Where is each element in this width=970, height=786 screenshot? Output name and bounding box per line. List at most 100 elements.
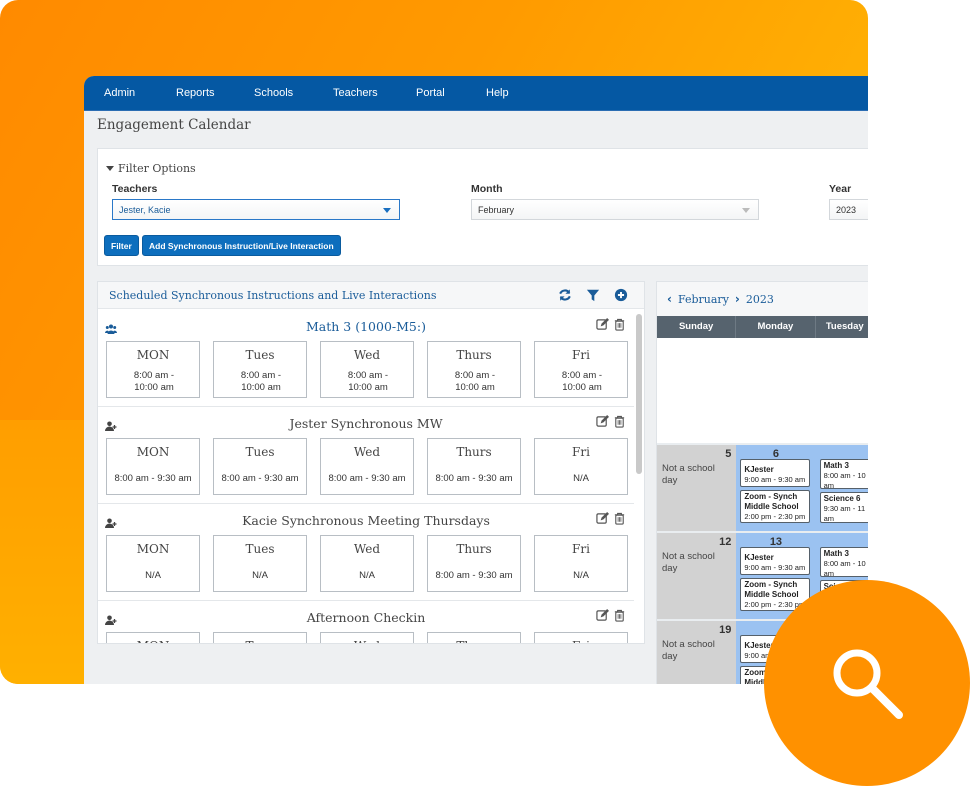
calendar-event[interactable]: KJester9:00 am - 9:30 am	[740, 547, 811, 575]
calendar-event[interactable]: KJester9:00 am - 9:30 am	[740, 459, 811, 487]
schedule-entry-title[interactable]: Math 3 (1000-M5:)	[98, 319, 634, 334]
nav-reports[interactable]: Reports	[176, 87, 254, 99]
day-name: Tues	[245, 542, 275, 556]
teachers-select-value: Jester, Kacie	[119, 205, 171, 215]
nav-help[interactable]: Help	[486, 87, 509, 99]
event-time: 8:00 am - 10 am	[823, 559, 866, 577]
calendar-day-cell[interactable]: 12 Not a school day	[657, 533, 737, 619]
day-time: 8:00 am - 10:00 am	[454, 370, 496, 393]
calendar-event[interactable]: Zoom - Synch Middle School2:00 pm - 2:30…	[740, 490, 811, 523]
add-synchronous-instruction-button[interactable]: Add Synchronous Instruction/Live Interac…	[142, 235, 341, 256]
event-title: Zoom - Synch Middle School	[744, 492, 799, 511]
calendar-month: February	[677, 292, 729, 306]
schedule-entry-title[interactable]: Afternoon Checkin	[98, 610, 634, 625]
day-name: Fri	[535, 639, 627, 643]
day-card-thurs: Thurs 8:00 am - 9:30 am	[427, 438, 521, 495]
edit-icon[interactable]	[596, 415, 609, 428]
filter-options-toggle[interactable]: Filter Options	[106, 162, 196, 175]
day-name: Thurs	[456, 542, 492, 556]
nav-teachers[interactable]: Teachers	[333, 87, 416, 99]
day-card-wed: Wed 8:00 am - 9:30 am	[320, 438, 414, 495]
filter-button[interactable]: Filter	[104, 235, 139, 256]
day-number: 19	[719, 624, 732, 636]
nav-schools[interactable]: Schools	[254, 87, 333, 99]
scheduled-instructions-panel: Scheduled Synchronous Instructions and L…	[97, 281, 645, 644]
scheduled-panel-header: Scheduled Synchronous Instructions and L…	[98, 282, 644, 309]
schedule-entry: Jester Synchronous MW MON 8:00 am - 9:30 …	[98, 407, 634, 504]
month-label: Month	[471, 183, 503, 195]
day-card-fri: Fri 8:00 am - 10:00 am	[534, 341, 628, 398]
search-badge	[764, 580, 970, 786]
calendar-event[interactable]: Math 3 8:00 am - 10 am	[819, 547, 868, 577]
day-time: N/A	[573, 570, 589, 581]
day-time: N/A	[252, 570, 268, 581]
trash-icon[interactable]	[613, 415, 626, 428]
calendar-day-cell[interactable]: Math 38:00 am - 10 am Science 69:30 am -…	[815, 445, 868, 531]
day-name: Fri	[572, 445, 590, 459]
day-card-fri: Fri N/A	[534, 535, 628, 592]
day-number: 5	[725, 448, 732, 460]
year-select[interactable]: 2023	[829, 199, 868, 220]
trash-icon[interactable]	[613, 512, 626, 525]
chevron-left-icon[interactable]: ‹	[667, 292, 672, 306]
day-name: Wed	[321, 639, 413, 643]
schedule-scrollbar[interactable]	[636, 314, 642, 474]
event-title: Zoom - Synch Middle School	[744, 580, 799, 599]
day-name: Fri	[572, 542, 590, 556]
day-time: 8:00 am - 9:30 am	[221, 473, 299, 484]
event-title: KJester	[744, 553, 774, 562]
event-title: Science 6	[823, 494, 861, 503]
calendar-day-cell[interactable]: 19 Not a school day	[657, 621, 737, 684]
edit-icon[interactable]	[596, 318, 609, 331]
chevron-down-icon	[742, 208, 750, 213]
event-title: KJester	[744, 465, 774, 474]
event-time: 8:00 am - 10 am	[823, 471, 866, 489]
day-card-fri: Fri N/A	[534, 438, 628, 495]
search-icon	[833, 649, 903, 719]
calendar-week: 5 Not a school day 6 KJester 9:00 am - 9:…	[657, 443, 868, 531]
day-time: 8:00 am - 9:30 am	[328, 473, 406, 484]
day-card-mon: MON 8:00 am - 10:00 am	[106, 341, 200, 398]
month-select[interactable]: February	[471, 199, 759, 220]
calendar-weekday-header: Sunday Monday Tuesday	[657, 316, 868, 338]
day-name: Fri	[572, 348, 590, 362]
edit-icon[interactable]	[596, 512, 609, 525]
day-card-wed: Wed	[320, 632, 414, 643]
not-school-day-note: Not a school day	[662, 639, 715, 662]
calendar-day-cell[interactable]: 5 Not a school day	[657, 445, 737, 531]
chevron-down-icon	[383, 208, 391, 213]
schedule-entry-title[interactable]: Jester Synchronous MW	[98, 416, 634, 431]
schedule-entry: Kacie Synchronous Meeting Thursdays MON N…	[98, 504, 634, 601]
day-name: MON	[136, 348, 170, 362]
day-name: MON	[136, 542, 170, 556]
day-name: Tues	[245, 348, 275, 362]
trash-icon[interactable]	[613, 318, 626, 331]
nav-portal[interactable]: Portal	[416, 87, 486, 99]
day-card-thurs: Thurs	[427, 632, 521, 643]
refresh-icon[interactable]	[558, 288, 572, 302]
schedule-list: Math 3 (1000-M5:) MON 8:00 am - 10:00 am …	[98, 310, 634, 643]
calendar-year: 2023	[745, 292, 774, 306]
day-card-mon: MON	[106, 632, 200, 643]
nav-admin[interactable]: Admin	[104, 87, 176, 99]
day-time: 8:00 am - 9:30 am	[435, 570, 513, 581]
calendar-event[interactable]: Science 69:30 am - 11 am	[819, 492, 868, 523]
calendar-event[interactable]: Math 3 8:00 am - 10 am	[819, 459, 868, 489]
day-name: MON	[107, 639, 199, 643]
add-circle-icon[interactable]	[614, 288, 628, 302]
edit-icon[interactable]	[596, 609, 609, 622]
day-card-mon: MON 8:00 am - 9:30 am	[106, 438, 200, 495]
filter-icon[interactable]	[586, 288, 600, 302]
filter-panel: Filter Options Teachers Jester, Kacie Mo…	[97, 148, 868, 266]
not-school-day-note: Not a school day	[662, 463, 715, 486]
day-card-thurs: Thurs 8:00 am - 10:00 am	[427, 341, 521, 398]
page-title: Engagement Calendar	[97, 117, 251, 133]
day-name: Wed	[353, 348, 381, 362]
teachers-select[interactable]: Jester, Kacie	[112, 199, 400, 220]
trash-icon[interactable]	[613, 609, 626, 622]
chevron-right-icon[interactable]: ›	[735, 292, 740, 306]
calendar-day-cell[interactable]: 6 KJester 9:00 am - 9:30 am Zoom - Synch …	[736, 445, 816, 531]
day-name: Thurs	[456, 445, 492, 459]
schedule-entry-title[interactable]: Kacie Synchronous Meeting Thursdays	[98, 513, 634, 528]
day-name: Thurs	[428, 639, 520, 643]
